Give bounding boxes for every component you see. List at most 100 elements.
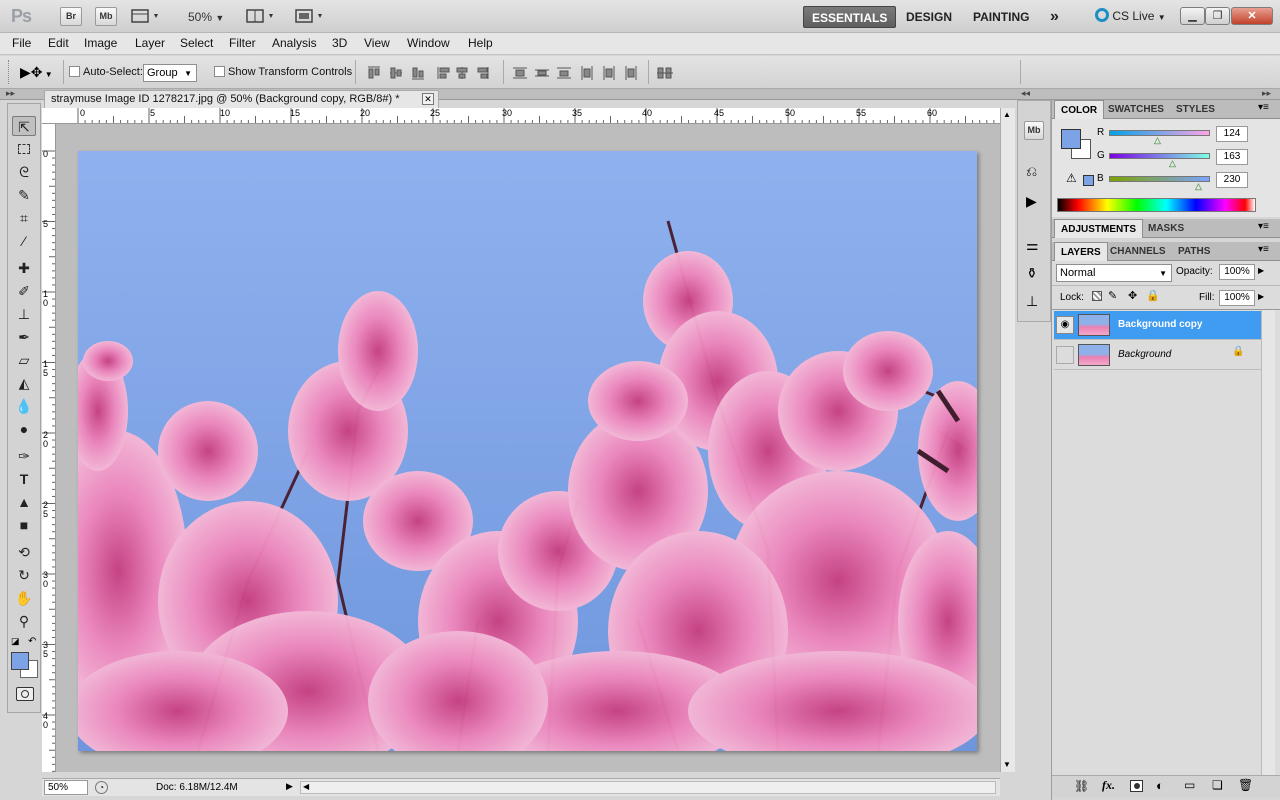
g-slider-thumb-icon[interactable]: △: [1169, 158, 1176, 169]
menu-image[interactable]: Image: [84, 36, 117, 50]
paint-bucket-tool-icon[interactable]: ◭: [12, 373, 36, 393]
screen-mode-button[interactable]: [294, 8, 328, 24]
document-image[interactable]: [78, 151, 977, 751]
scroll-left-icon[interactable]: ◀: [303, 782, 309, 791]
opacity-field[interactable]: 100%: [1219, 264, 1255, 280]
menu-file[interactable]: File: [12, 36, 31, 50]
new-adjustment-layer-icon[interactable]: ◐: [1156, 778, 1164, 793]
color-ramp[interactable]: [1057, 198, 1256, 212]
opacity-slider-arrow-icon[interactable]: ▶: [1258, 266, 1264, 275]
show-transform-controls-checkbox[interactable]: [214, 66, 225, 77]
menu-view[interactable]: View: [364, 36, 390, 50]
g-value-field[interactable]: 163: [1216, 149, 1248, 165]
actions-panel-icon[interactable]: ▶: [1026, 193, 1037, 210]
layer-name[interactable]: Background: [1118, 349, 1171, 360]
r-slider-thumb-icon[interactable]: △: [1154, 135, 1161, 146]
tab-color[interactable]: COLOR: [1054, 100, 1105, 119]
quick-mask-button[interactable]: [16, 687, 34, 701]
expand-toolbox-icon[interactable]: ▸▸: [6, 88, 15, 99]
auto-select-dropdown[interactable]: Group ▼: [143, 64, 197, 82]
workspace-painting-button[interactable]: PAINTING: [965, 6, 1037, 28]
collapse-panels-icon[interactable]: ▸▸: [1262, 88, 1271, 99]
brush-tool-icon[interactable]: ✐: [12, 281, 36, 301]
tool-presets-panel-icon[interactable]: ⊥: [1026, 293, 1038, 310]
layer-style-icon[interactable]: fx.: [1102, 778, 1115, 793]
new-layer-icon[interactable]: ❏: [1212, 778, 1223, 792]
marquee-tool-icon[interactable]: [12, 139, 36, 159]
layers-scrollbar[interactable]: [1261, 310, 1275, 776]
tab-swatches[interactable]: SWATCHES: [1102, 100, 1170, 119]
auto-select-checkbox[interactable]: [69, 66, 80, 77]
mini-bridge-panel-button[interactable]: Mb: [1024, 121, 1044, 140]
menu-help[interactable]: Help: [468, 36, 493, 50]
status-menu-arrow-icon[interactable]: ▶: [286, 781, 293, 792]
layer-name[interactable]: Background copy: [1118, 319, 1202, 330]
spot-healing-tool-icon[interactable]: ✚: [12, 258, 36, 278]
blur-tool-icon[interactable]: 💧: [12, 396, 36, 416]
auto-align-layers-button[interactable]: [656, 65, 674, 81]
tab-adjustments[interactable]: ADJUSTMENTS: [1054, 219, 1144, 238]
path-selection-tool-icon[interactable]: ▲: [12, 492, 36, 512]
b-value-field[interactable]: 230: [1216, 172, 1248, 188]
scroll-up-icon[interactable]: ▲: [1003, 110, 1011, 119]
move-tool-icon[interactable]: ⇱: [12, 116, 36, 136]
r-value-field[interactable]: 124: [1216, 126, 1248, 142]
zoom-tool-icon[interactable]: ⚲: [12, 611, 36, 631]
b-slider-thumb-icon[interactable]: △: [1195, 181, 1202, 192]
gamut-color-chip[interactable]: [1083, 175, 1094, 186]
status-zoom-field[interactable]: 50%: [44, 780, 88, 795]
view-extras-button[interactable]: [130, 8, 164, 24]
fill-field[interactable]: 100%: [1219, 290, 1255, 306]
eraser-tool-icon[interactable]: ▱: [12, 350, 36, 370]
eyedropper-tool-icon[interactable]: ⁄: [12, 231, 36, 251]
options-grip[interactable]: [8, 60, 10, 84]
swap-colors-icon[interactable]: ↶: [28, 636, 36, 647]
horizontal-ruler[interactable]: 0 5 10 15 20 25 30 35 40 45 50 55 60: [42, 108, 1000, 124]
close-document-button[interactable]: ✕: [422, 93, 434, 105]
out-of-gamut-warning-icon[interactable]: ⚠: [1066, 171, 1077, 185]
history-brush-tool-icon[interactable]: ✒: [12, 327, 36, 347]
scroll-down-icon[interactable]: ▼: [1003, 760, 1011, 769]
minimize-button[interactable]: ▁: [1180, 7, 1205, 25]
3d-rotate-tool-icon[interactable]: ⟲: [12, 542, 36, 562]
document-tab[interactable]: straymuse Image ID 1278217.jpg @ 50% (Ba…: [44, 90, 439, 108]
status-info-icon[interactable]: ◔: [95, 781, 108, 794]
g-slider[interactable]: [1109, 153, 1210, 159]
cs-live-button[interactable]: CS Live ▼: [1095, 8, 1166, 23]
quick-selection-tool-icon[interactable]: ✎: [12, 185, 36, 205]
tool-preset-picker[interactable]: ▶✥ ▼: [20, 64, 53, 81]
menu-analysis[interactable]: Analysis: [272, 36, 317, 50]
lock-all-icon[interactable]: 🔒: [1146, 289, 1160, 302]
hand-tool-icon[interactable]: ✋: [12, 588, 36, 608]
collapse-dock-icon[interactable]: ◂◂: [1021, 88, 1030, 99]
fill-slider-arrow-icon[interactable]: ▶: [1258, 292, 1264, 301]
panel-menu-icon[interactable]: ▾≡: [1258, 102, 1269, 113]
delete-layer-icon[interactable]: 🗑: [1238, 778, 1253, 792]
lasso-tool-icon[interactable]: ᘓ: [12, 162, 36, 182]
type-tool-icon[interactable]: T: [12, 469, 36, 489]
new-group-icon[interactable]: ▭: [1184, 778, 1195, 792]
menu-layer[interactable]: Layer: [135, 36, 165, 50]
foreground-color-chip[interactable]: [1061, 129, 1081, 149]
close-window-button[interactable]: ✕: [1231, 7, 1273, 25]
menu-select[interactable]: Select: [180, 36, 213, 50]
foreground-color-swatch[interactable]: [11, 652, 29, 670]
default-colors-icon[interactable]: ◪: [11, 636, 20, 647]
vertical-scrollbar[interactable]: ▲ ▼: [1000, 108, 1015, 772]
tab-masks[interactable]: MASKS: [1142, 219, 1190, 238]
tab-styles[interactable]: STYLES: [1170, 100, 1221, 119]
clone-stamp-tool-icon[interactable]: ⊥: [12, 304, 36, 324]
launch-bridge-button[interactable]: Br: [60, 7, 82, 26]
lock-position-icon[interactable]: ✥: [1128, 289, 1137, 302]
menu-window[interactable]: Window: [407, 36, 450, 50]
arrange-documents-button[interactable]: [245, 8, 279, 24]
link-layers-icon[interactable]: ⛓: [1074, 779, 1089, 793]
panel-menu-icon[interactable]: ▾≡: [1258, 244, 1269, 255]
lock-transparency-icon[interactable]: [1092, 291, 1102, 301]
layer-row[interactable]: Background 🔒: [1054, 341, 1274, 370]
3d-orbit-tool-icon[interactable]: ↻: [12, 565, 36, 585]
blend-mode-dropdown[interactable]: Normal ▼: [1056, 264, 1172, 282]
launch-mini-bridge-button[interactable]: Mb: [95, 7, 117, 26]
rectangle-tool-icon[interactable]: ■: [12, 515, 36, 535]
dodge-tool-icon[interactable]: ●: [12, 419, 36, 439]
